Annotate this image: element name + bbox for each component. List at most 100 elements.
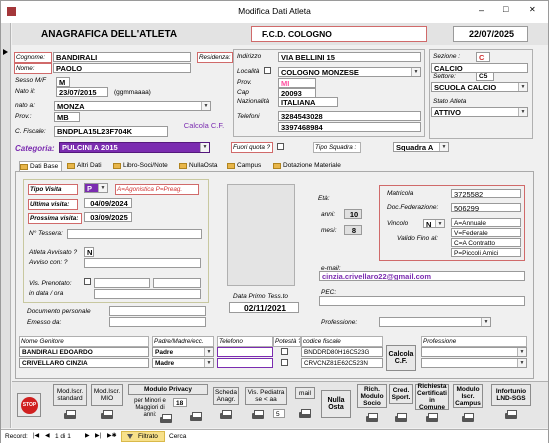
calcola-cf-button[interactable]: Calcola C.F. [179, 120, 229, 132]
localita-field[interactable]: COLOGNO MONZESE ▼ [278, 67, 421, 77]
richiesta-certificati-button[interactable]: Richiesta Certificati in Comune [415, 383, 449, 411]
localita-checkbox[interactable] [264, 67, 271, 74]
matricola-field[interactable]: 3725582 [451, 189, 521, 198]
nulla-osta-button[interactable]: Nulla Osta [321, 390, 351, 418]
tab-dati-base[interactable]: Dati Base [19, 161, 63, 171]
indirizzo-field[interactable]: VIA BELLINI 15 [278, 52, 421, 62]
parent-2-potesta-checkbox[interactable] [281, 359, 288, 366]
parent-2-professione[interactable]: ▼ [421, 358, 527, 368]
nato-il-field[interactable]: 23/07/2015 [56, 87, 108, 97]
chevron-down-icon[interactable]: ▼ [518, 108, 527, 116]
first-record-button[interactable]: |◀ [33, 432, 39, 439]
privacy-print-icon-1[interactable] [159, 414, 173, 425]
parent-1-name[interactable]: BANDIRALI EDOARDO [19, 347, 149, 357]
mail-print-icon[interactable] [298, 409, 312, 420]
campus-print-icon[interactable] [461, 413, 475, 424]
parent-2-name[interactable]: CRIVELLARO CINZIA [19, 358, 149, 368]
tel2-field[interactable]: 3397468984 [278, 122, 421, 132]
fuori-quota-checkbox[interactable] [277, 143, 284, 150]
settore-field[interactable]: SCUOLA CALCIO ▼ [431, 82, 528, 92]
search-box[interactable]: Cerca [169, 433, 186, 440]
prenotato-ora-field[interactable] [153, 278, 201, 288]
last-record-button[interactable]: ▶| [95, 432, 101, 439]
pec-field[interactable] [319, 296, 525, 306]
emesso-field[interactable] [109, 317, 206, 327]
parent-2-role[interactable]: Madre ▼ [152, 358, 214, 368]
primo-tess-field[interactable]: 02/11/2021 [229, 302, 299, 313]
prenotato-data-field[interactable] [94, 278, 150, 288]
calcola-cf-parents-button[interactable]: Calcola C.F. [386, 345, 416, 371]
squadra-field[interactable]: Squadra A ▼ [393, 142, 449, 152]
tab-nulla-osta[interactable]: NullaOsta [179, 161, 218, 171]
scheda-print-icon[interactable] [219, 410, 233, 421]
infortunio-button[interactable]: Infortunio LND-SGS [491, 384, 531, 406]
ultima-visita-field[interactable]: 04/09/2024 [84, 198, 132, 208]
chevron-down-icon[interactable]: ▼ [435, 220, 444, 227]
parent-1-cf[interactable]: BNDDRD80H16C523G [301, 347, 383, 357]
richiesta-print-icon[interactable] [425, 413, 439, 424]
tab-libro-soci[interactable]: Libro-Soci/Note [113, 161, 168, 171]
minimize-button[interactable]: – [479, 5, 484, 15]
chevron-down-icon[interactable]: ▼ [204, 348, 213, 356]
close-button[interactable]: ✕ [529, 5, 536, 14]
athlete-photo[interactable] [227, 184, 295, 286]
next-record-button[interactable]: ▶ [85, 432, 90, 439]
avvisato-field[interactable]: N [84, 247, 94, 257]
cred-print-icon[interactable] [394, 413, 408, 424]
tab-dotazione-materiale[interactable]: Dotazione Materiale [273, 161, 341, 171]
record-selector[interactable] [1, 23, 11, 428]
chevron-down-icon[interactable]: ▼ [517, 359, 526, 367]
parent-1-potesta-checkbox[interactable] [281, 348, 288, 355]
privacy-print-icon-2[interactable] [189, 412, 203, 423]
settore-code[interactable]: C5 [476, 72, 494, 81]
pediatra-print-icon[interactable] [251, 410, 265, 421]
new-record-button[interactable]: ▶✱ [107, 432, 117, 439]
infortunio-print-icon[interactable] [504, 410, 518, 421]
vis-pediatra-button[interactable]: Vis. Pediatra se < aa [245, 387, 287, 405]
documento-field[interactable] [109, 306, 206, 316]
chevron-down-icon[interactable]: ▼ [204, 359, 213, 367]
tipo-visita-field[interactable]: P ▼ [84, 183, 108, 193]
chevron-down-icon[interactable]: ▼ [200, 143, 209, 152]
sezione-code[interactable]: C [476, 52, 490, 62]
record-position[interactable]: 1 di 1 [55, 433, 71, 440]
tab-campus[interactable]: Campus [227, 161, 261, 171]
iscr-mio-print-icon[interactable] [100, 410, 114, 421]
maximize-button[interactable]: □ [503, 4, 508, 14]
chevron-down-icon[interactable]: ▼ [518, 83, 527, 91]
filter-indicator[interactable]: Filtrato [121, 431, 165, 442]
chevron-down-icon[interactable]: ▼ [517, 348, 526, 356]
cognome-field[interactable]: BANDIRALI [53, 52, 191, 62]
pediatra-age-field[interactable]: 5 [273, 409, 285, 418]
email-field[interactable]: cinzia.crivellaro22@gmail.com [319, 271, 525, 281]
tel1-field[interactable]: 3284543028 [278, 111, 421, 121]
socio-print-icon[interactable] [365, 413, 379, 424]
privacy-age-field[interactable]: 18 [173, 398, 187, 407]
mail-button[interactable]: mail [295, 387, 315, 399]
scheda-anagr-button[interactable]: Scheda Anagr. [213, 387, 239, 405]
sesso-field[interactable]: M [56, 77, 70, 87]
cf-field[interactable]: BNDPLA15L23F704K [54, 126, 168, 137]
nazionalita-field[interactable]: ITALIANA [278, 97, 338, 107]
chevron-down-icon[interactable]: ▼ [411, 68, 420, 76]
prev-record-button[interactable]: ◀ [45, 432, 50, 439]
prenotato-checkbox[interactable] [84, 278, 91, 285]
chevron-down-icon[interactable]: ▼ [98, 184, 107, 192]
categoria-field[interactable]: PULCINI A 2015 ▼ [59, 142, 210, 153]
stato-field[interactable]: ATTIVO ▼ [431, 107, 528, 117]
parent-1-telefono[interactable] [217, 347, 273, 357]
privacy-button[interactable]: Modulo Privacy [128, 384, 208, 395]
nato-a-field[interactable]: MONZA ▼ [54, 101, 211, 111]
vincolo-field[interactable]: N ▼ [423, 219, 445, 228]
chevron-down-icon[interactable]: ▼ [481, 318, 490, 326]
chevron-down-icon[interactable]: ▼ [439, 143, 448, 151]
chevron-down-icon[interactable]: ▼ [201, 102, 210, 110]
stop-button[interactable]: STOP [17, 393, 41, 417]
iscr-standard-print-icon[interactable] [63, 410, 77, 421]
tessera-field[interactable] [67, 229, 202, 239]
cred-sport-button[interactable]: Cred. Sport. [389, 384, 413, 404]
iscr-mio-button[interactable]: Mod.Iscr. MIO [91, 384, 123, 406]
tab-altri-dati[interactable]: Altri Dati [67, 161, 102, 171]
rich-socio-button[interactable]: Rich. Modulo Socio [357, 384, 387, 408]
parent-2-telefono[interactable] [217, 358, 273, 368]
